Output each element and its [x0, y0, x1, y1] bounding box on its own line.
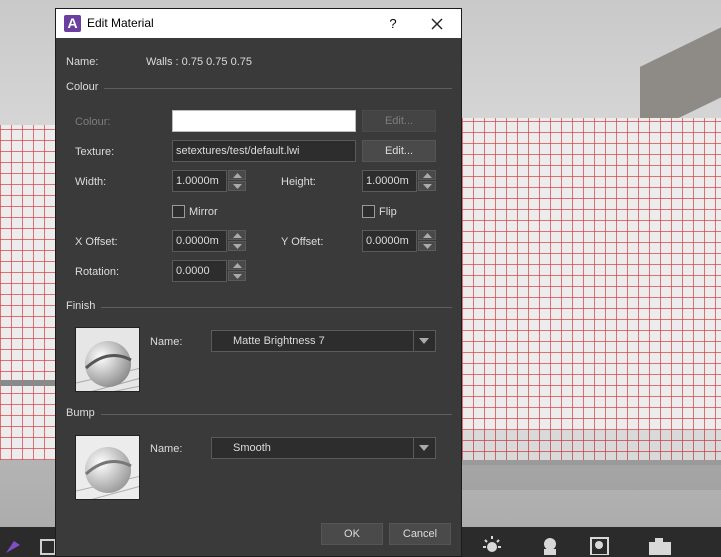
- bump-preview-thumbnail: [75, 435, 140, 500]
- material-name-value: Walls : 0.75 0.75 0.75: [146, 56, 252, 68]
- name-label: Name:: [66, 56, 99, 68]
- flip-checkbox[interactable]: [362, 205, 375, 218]
- mirror-checkbox[interactable]: [172, 205, 185, 218]
- rotation-up-arrow-icon[interactable]: [228, 260, 246, 270]
- colour-label: Colour:: [75, 116, 111, 128]
- width-down-arrow-icon[interactable]: [228, 181, 246, 191]
- tree-image-icon[interactable]: [588, 535, 612, 557]
- colour-swatch[interactable]: [172, 110, 356, 132]
- grid-wall-left: [0, 125, 60, 460]
- finish-selected: Matte Brightness 7: [233, 335, 325, 347]
- rotation-label: Rotation:: [75, 266, 120, 278]
- height-value[interactable]: 1.0000m: [362, 170, 417, 192]
- xoffset-up-arrow-icon[interactable]: [228, 230, 246, 240]
- yoffset-up-arrow-icon[interactable]: [418, 230, 436, 240]
- width-spinbox[interactable]: 1.0000m: [172, 170, 246, 192]
- texture-edit-button[interactable]: Edit...: [362, 140, 436, 162]
- bump-section-header: Bump: [66, 407, 452, 421]
- yoffset-value[interactable]: 0.0000m: [362, 230, 417, 252]
- bump-selected: Smooth: [233, 442, 271, 454]
- chevron-down-icon[interactable]: [413, 331, 435, 351]
- help-button[interactable]: ?: [382, 13, 404, 35]
- dialog-titlebar[interactable]: A Edit Material ?: [56, 9, 461, 38]
- rotation-spinbox[interactable]: 0.0000: [172, 260, 246, 282]
- finish-preview-thumbnail: [75, 327, 140, 392]
- yoffset-label: Y Offset:: [281, 236, 324, 248]
- texture-path-field[interactable]: setextures/test/default.lwi: [172, 140, 356, 162]
- height-up-arrow-icon[interactable]: [418, 170, 436, 180]
- height-label: Height:: [281, 176, 316, 188]
- edit-material-dialog: A Edit Material ? Name: Walls : 0.75 0.7…: [55, 8, 462, 557]
- rotation-down-arrow-icon[interactable]: [228, 271, 246, 281]
- app-logo-icon: A: [64, 15, 81, 32]
- texture-label: Texture:: [75, 146, 115, 158]
- colour-section-header: Colour: [66, 81, 452, 95]
- finish-section-header: Finish: [66, 300, 452, 314]
- height-down-arrow-icon[interactable]: [418, 181, 436, 191]
- flip-label: Flip: [379, 206, 397, 218]
- chevron-down-icon[interactable]: [413, 438, 435, 458]
- xoffset-spinbox[interactable]: 0.0000m: [172, 230, 246, 252]
- ok-button[interactable]: OK: [321, 523, 383, 545]
- bump-dropdown[interactable]: Smooth: [211, 437, 436, 459]
- cancel-button[interactable]: Cancel: [389, 523, 451, 545]
- grid-wall-right: [462, 118, 721, 463]
- finish-dropdown[interactable]: Matte Brightness 7: [211, 330, 436, 352]
- finish-name-label: Name:: [150, 336, 183, 348]
- magic-tool-icon[interactable]: [2, 535, 26, 557]
- mirror-label: Mirror: [189, 206, 218, 218]
- width-up-arrow-icon[interactable]: [228, 170, 246, 180]
- wall-ledge-right: [462, 460, 721, 465]
- yoffset-spinbox[interactable]: 0.0000m: [362, 230, 436, 252]
- person-icon[interactable]: [538, 535, 562, 557]
- width-value[interactable]: 1.0000m: [172, 170, 227, 192]
- dialog-title: Edit Material: [87, 16, 154, 30]
- yoffset-down-arrow-icon[interactable]: [418, 241, 436, 251]
- sun-icon[interactable]: [480, 535, 504, 557]
- xoffset-value[interactable]: 0.0000m: [172, 230, 227, 252]
- close-icon[interactable]: [426, 13, 448, 35]
- rotation-value[interactable]: 0.0000: [172, 260, 227, 282]
- wall-ledge-left: [0, 380, 60, 386]
- height-spinbox[interactable]: 1.0000m: [362, 170, 436, 192]
- colour-edit-button[interactable]: Edit...: [362, 110, 436, 132]
- xoffset-down-arrow-icon[interactable]: [228, 241, 246, 251]
- bump-name-label: Name:: [150, 443, 183, 455]
- xoffset-label: X Offset:: [75, 236, 118, 248]
- width-label: Width:: [75, 176, 107, 188]
- camera-icon[interactable]: [646, 535, 671, 557]
